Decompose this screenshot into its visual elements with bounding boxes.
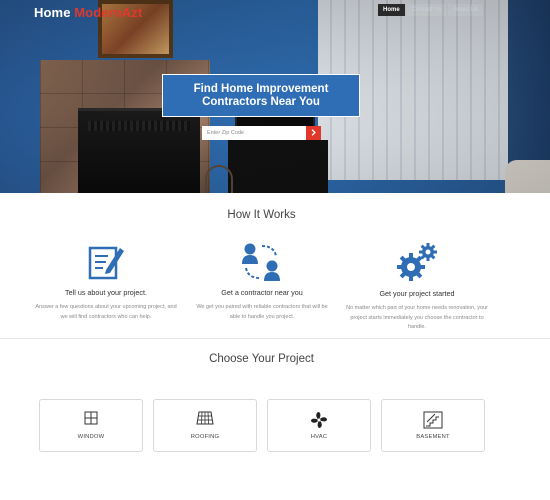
stairs-icon	[423, 411, 443, 429]
site-logo[interactable]: Home ModernAzt	[34, 5, 142, 20]
arrow-right-icon	[311, 128, 316, 136]
hero-heading-box: Find Home Improvement Contractors Near Y…	[162, 74, 360, 117]
logo-part-1: Home	[34, 5, 71, 20]
form-edit-icon	[88, 246, 124, 280]
step-text: No matter which part of your home needs …	[346, 305, 488, 330]
step-get-contractor: Get a contractor near you We get you pai…	[187, 240, 337, 322]
zip-submit-button[interactable]	[306, 126, 321, 140]
project-card-roofing[interactable]: ROOFING	[153, 399, 257, 452]
project-label: ROOFING	[190, 434, 220, 440]
step-text: Answer a few questions about your upcomi…	[35, 304, 177, 320]
project-label: HVAC	[310, 434, 328, 440]
step-project-started: Get your project started No matter which…	[342, 241, 492, 333]
zip-code-input[interactable]	[202, 126, 306, 140]
window-icon	[84, 411, 98, 425]
step-title: Get your project started	[379, 289, 455, 298]
nav-about-us[interactable]: About Us	[448, 4, 484, 16]
how-it-works-title: How It Works	[227, 209, 296, 221]
project-label: WINDOW	[77, 434, 105, 440]
project-card-window[interactable]: WINDOW	[39, 399, 143, 452]
roof-tiles-icon	[196, 411, 214, 425]
project-card-hvac[interactable]: HVAC	[267, 399, 371, 452]
section-divider	[0, 338, 550, 339]
gears-icon	[397, 243, 437, 281]
step-title: Tell us about your project.	[65, 288, 147, 297]
hero-heading: Find Home Improvement Contractors Near Y…	[193, 82, 329, 108]
nav-home[interactable]: Home	[378, 4, 405, 16]
people-connect-icon	[242, 243, 280, 281]
project-card-basement[interactable]: BASEMENT	[381, 399, 485, 452]
step-title: Get a contractor near you	[221, 288, 303, 297]
project-label: BASEMENT	[416, 434, 450, 440]
fan-icon	[311, 412, 327, 428]
logo-part-2: ModernAzt	[74, 5, 143, 20]
choose-project-title: Choose Your Project	[209, 353, 314, 365]
step-tell-us: Tell us about your project. Answer a few…	[31, 242, 181, 322]
nav-contact-us[interactable]: Contact Us	[406, 4, 447, 16]
step-text: We get you paired with reliable contract…	[196, 304, 328, 320]
main-nav: Home Contact Us About Us	[378, 4, 484, 16]
